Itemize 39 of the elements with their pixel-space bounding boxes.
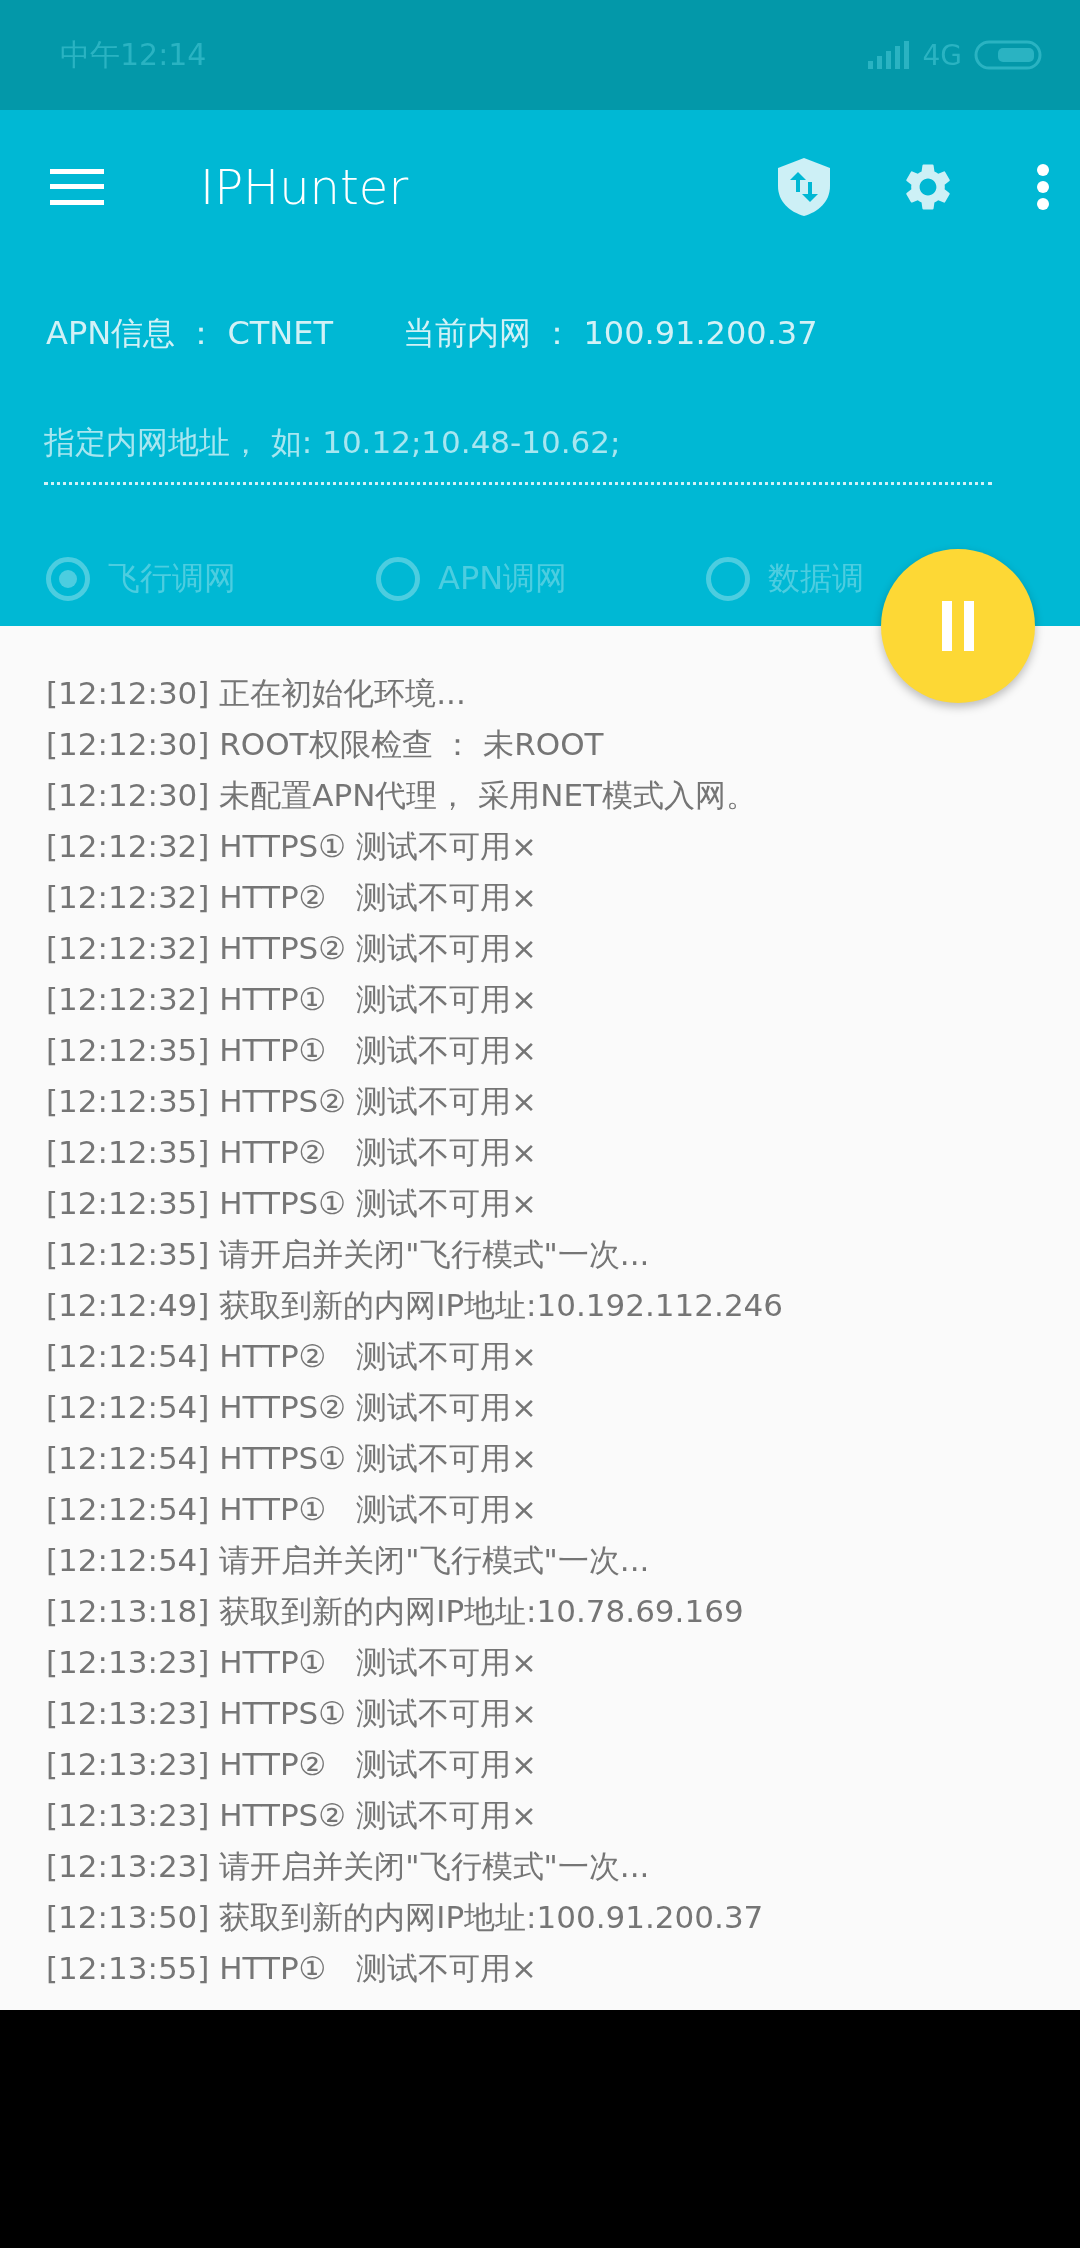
apn-info: APN信息 ： CTNET xyxy=(46,313,334,354)
mode-radio[interactable]: APN调网 xyxy=(376,557,706,601)
signal-icon xyxy=(868,41,911,69)
log-line: [12:13:23] HTTP① 测试不可用× xyxy=(46,1643,538,1682)
log-line: [12:13:55] HTTP① 测试不可用× xyxy=(46,1949,538,1988)
menu-icon[interactable] xyxy=(50,169,104,205)
log-line: [12:12:30] 未配置APN代理， 采用NET模式入网。 xyxy=(46,776,758,815)
log-line: [12:12:32] HTTPS① 测试不可用× xyxy=(46,827,538,866)
log-line: [12:12:35] HTTP② 测试不可用× xyxy=(46,1133,538,1172)
log-line: [12:12:35] HTTPS① 测试不可用× xyxy=(46,1184,538,1223)
log-line: [12:12:35] 请开启并关闭"飞行模式"一次... xyxy=(46,1235,651,1274)
more-icon[interactable] xyxy=(1036,163,1050,211)
log-line: [12:12:30] ROOT权限检查 ： 未ROOT xyxy=(46,725,605,764)
address-field[interactable]: 指定内网地址， 如: 10.12;10.48-10.62; xyxy=(44,414,992,485)
log-line: [12:12:54] HTTP② 测试不可用× xyxy=(46,1337,538,1376)
app-title: IPHunter xyxy=(200,159,410,215)
log-line: [12:12:35] HTTPS② 测试不可用× xyxy=(46,1082,538,1121)
log-line: [12:12:32] HTTPS② 测试不可用× xyxy=(46,929,538,968)
log-line: [12:12:32] HTTP① 测试不可用× xyxy=(46,980,538,1019)
log-line: [12:12:54] 请开启并关闭"飞行模式"一次... xyxy=(46,1541,651,1580)
log-line: [12:12:54] HTTP① 测试不可用× xyxy=(46,1490,538,1529)
mode-radio[interactable]: 飞行调网 xyxy=(46,557,376,601)
log-line: [12:13:23] HTTP② 测试不可用× xyxy=(46,1745,538,1784)
log-line: [12:12:32] HTTP② 测试不可用× xyxy=(46,878,538,917)
log-line: [12:12:54] HTTPS② 测试不可用× xyxy=(46,1388,538,1427)
log-line: [12:13:18] 获取到新的内网IP地址:10.78.69.169 xyxy=(46,1592,745,1631)
log-line: [12:12:49] 获取到新的内网IP地址:10.192.112.246 xyxy=(46,1286,785,1325)
intranet-info: 当前内网 ： 100.91.200.37 xyxy=(403,313,818,354)
battery-icon xyxy=(974,40,1042,70)
shield-arrows-icon[interactable] xyxy=(778,158,830,216)
log-line: [12:13:23] 请开启并关闭"飞行模式"一次... xyxy=(46,1847,651,1886)
log-line: [12:12:30] 正在初始化环境... xyxy=(46,674,467,713)
log-line: [12:13:50] 获取到新的内网IP地址:100.91.200.37 xyxy=(46,1898,765,1937)
log-line: [12:12:54] HTTPS① 测试不可用× xyxy=(46,1439,538,1478)
log-line: [12:12:35] HTTP① 测试不可用× xyxy=(46,1031,538,1070)
log-line: [12:13:23] HTTPS② 测试不可用× xyxy=(46,1796,538,1835)
mode-radio[interactable]: 数据调 xyxy=(706,557,864,601)
pause-icon xyxy=(942,601,974,651)
log-line: [12:13:23] HTTPS① 测试不可用× xyxy=(46,1694,538,1733)
